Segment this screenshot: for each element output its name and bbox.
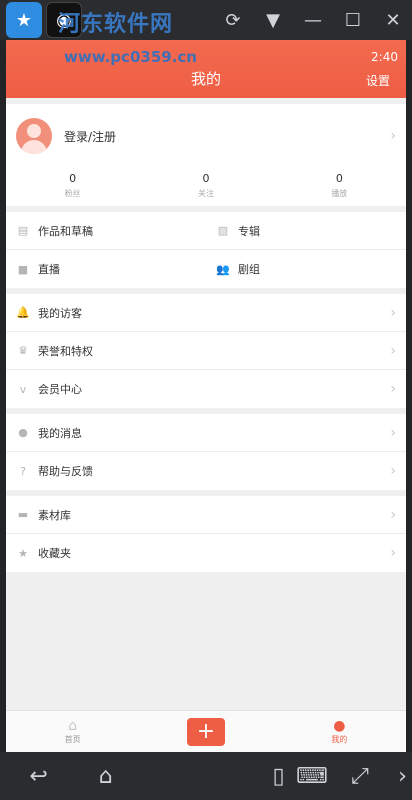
menu-item-visitors[interactable]: 🔔 我的访客 › <box>6 294 406 332</box>
tab-label: 我的 <box>331 735 348 744</box>
tab-add[interactable]: + <box>139 711 272 752</box>
bottom-tab-bar: ⌂ 首页 + ● 我的 <box>6 710 406 752</box>
fullscreen-icon[interactable]: ⤢ <box>341 764 379 789</box>
maximize-icon[interactable]: ☐ <box>340 7 366 33</box>
grid-item-crew[interactable]: 👥 剧组 <box>206 250 406 288</box>
grid-item-label: 作品和草稿 <box>38 224 93 238</box>
chevron-right-icon: › <box>390 506 396 523</box>
menu-item-label: 会员中心 <box>38 383 82 396</box>
stat-label: 粉丝 <box>64 189 81 198</box>
person-icon: ● <box>333 718 346 734</box>
chevron-right-icon: › <box>390 381 396 397</box>
app-launcher-icon[interactable]: ★ <box>6 2 42 38</box>
menu-item-label: 帮助与反馈 <box>38 465 93 478</box>
stat-value: 0 <box>202 172 210 185</box>
menu-item-vip[interactable]: v 会员中心 › <box>6 370 406 408</box>
grid-item-album[interactable]: ▨ 专辑 <box>206 212 406 250</box>
minimize-icon[interactable]: — <box>300 7 326 33</box>
stats-bar: 0 粉丝 0 关注 0 播放 <box>6 168 406 212</box>
stat-value: 0 <box>335 172 343 185</box>
stat-label: 播放 <box>331 189 348 198</box>
tab-mine[interactable]: ● 我的 <box>273 711 406 752</box>
watermark-title: 河东软件网 <box>58 12 174 37</box>
video-camera-icon: ■ <box>17 262 29 276</box>
menu-item-label: 我的消息 <box>38 426 82 440</box>
chevron-right-icon: › <box>390 128 396 144</box>
grid-item-label: 剧组 <box>238 263 260 276</box>
watermark-url: www.pc0359.cn <box>64 48 197 66</box>
page-title: 我的 <box>190 70 221 88</box>
rotate-icon[interactable]: ⟳ <box>220 7 246 33</box>
clapper-icon: ▤ <box>17 224 29 237</box>
menu-item-label: 素材库 <box>38 508 71 522</box>
menu-group-2: ● 我的消息 › ? 帮助与反馈 › <box>6 414 406 496</box>
folder-icon: ▬ <box>17 508 29 521</box>
trophy-icon: ♛ <box>18 344 28 357</box>
grid-item-label: 专辑 <box>238 224 260 238</box>
menu-item-honors[interactable]: ♛ 荣誉和特权 › <box>6 332 406 370</box>
stat-following[interactable]: 0 关注 <box>139 168 272 206</box>
grid-item-label: 直播 <box>38 263 60 276</box>
settings-link[interactable]: 设置 <box>366 72 390 89</box>
tab-label: 首页 <box>64 735 81 744</box>
grid-item-live[interactable]: ■ 直播 <box>6 250 206 288</box>
menu-group-3: ▬ 素材库 › ★ 收藏夹 › <box>6 496 406 572</box>
tab-home[interactable]: ⌂ 首页 <box>6 711 139 752</box>
works-grid: ▤ 作品和草稿 ▨ 专辑 ■ 直播 👥 剧组 <box>6 212 406 294</box>
menu-item-messages[interactable]: ● 我的消息 › <box>6 414 406 452</box>
keyboard-icon[interactable]: ⌨ <box>293 764 331 789</box>
menu-item-favorites[interactable]: ★ 收藏夹 › <box>6 534 406 572</box>
stat-plays[interactable]: 0 播放 <box>273 168 406 206</box>
login-label: 登录/注册 <box>64 129 117 144</box>
stat-value: 0 <box>69 172 77 185</box>
back-icon[interactable]: ↩ <box>10 764 67 789</box>
emulator-titlebar: ★ ◉ 河东软件网 ⟳ ▼ — ☐ ✕ <box>0 0 412 40</box>
avatar <box>16 118 52 154</box>
stat-fans[interactable]: 0 粉丝 <box>6 168 139 206</box>
emulator-nav-bar: ↩ ⌂ ▯ ⌨ ⤢ › <box>0 752 412 800</box>
menu-item-label: 我的访客 <box>38 306 82 320</box>
bell-icon: 🔔 <box>16 306 30 319</box>
dropdown-icon[interactable]: ▼ <box>260 7 286 33</box>
group-icon: 👥 <box>216 262 230 276</box>
chevron-right-icon: › <box>390 545 396 561</box>
chevron-right-icon: › <box>390 304 396 321</box>
grid-item-works[interactable]: ▤ 作品和草稿 <box>6 212 206 250</box>
add-button[interactable]: + <box>186 717 225 746</box>
image-icon: ▨ <box>217 224 229 237</box>
stat-label: 关注 <box>197 189 214 198</box>
status-time: 2:40 <box>371 50 398 64</box>
menu-item-help[interactable]: ? 帮助与反馈 › <box>6 452 406 490</box>
emulator-frame: ★ ◉ 河东软件网 ⟳ ▼ — ☐ ✕ 2:40 我的 设置 登录/注册 › 0… <box>0 0 412 800</box>
star-icon: ★ <box>18 546 28 560</box>
chat-icon: ● <box>18 426 28 439</box>
home-icon: ⌂ <box>68 718 78 734</box>
vip-icon: v <box>19 382 27 396</box>
phone-screen: 2:40 我的 设置 登录/注册 › 0 粉丝 0 关注 0 播放 ▤ 作品和草… <box>6 40 406 752</box>
menu-group-1: 🔔 我的访客 › ♛ 荣誉和特权 › v 会员中心 › <box>6 294 406 414</box>
close-icon[interactable]: ✕ <box>380 7 406 33</box>
menu-item-label: 荣誉和特权 <box>38 344 93 358</box>
chevron-right-icon: › <box>390 463 396 479</box>
help-icon: ? <box>20 464 26 478</box>
phone-mode-icon[interactable]: ▯ <box>264 764 293 789</box>
chevron-right-icon: › <box>390 424 396 441</box>
chevron-right-icon: › <box>390 342 396 359</box>
chevron-right-icon[interactable]: › <box>393 764 412 789</box>
home-nav-icon[interactable]: ⌂ <box>77 764 134 789</box>
menu-item-label: 收藏夹 <box>38 547 71 560</box>
login-row[interactable]: 登录/注册 › <box>6 98 406 168</box>
menu-item-materials[interactable]: ▬ 素材库 › <box>6 496 406 534</box>
